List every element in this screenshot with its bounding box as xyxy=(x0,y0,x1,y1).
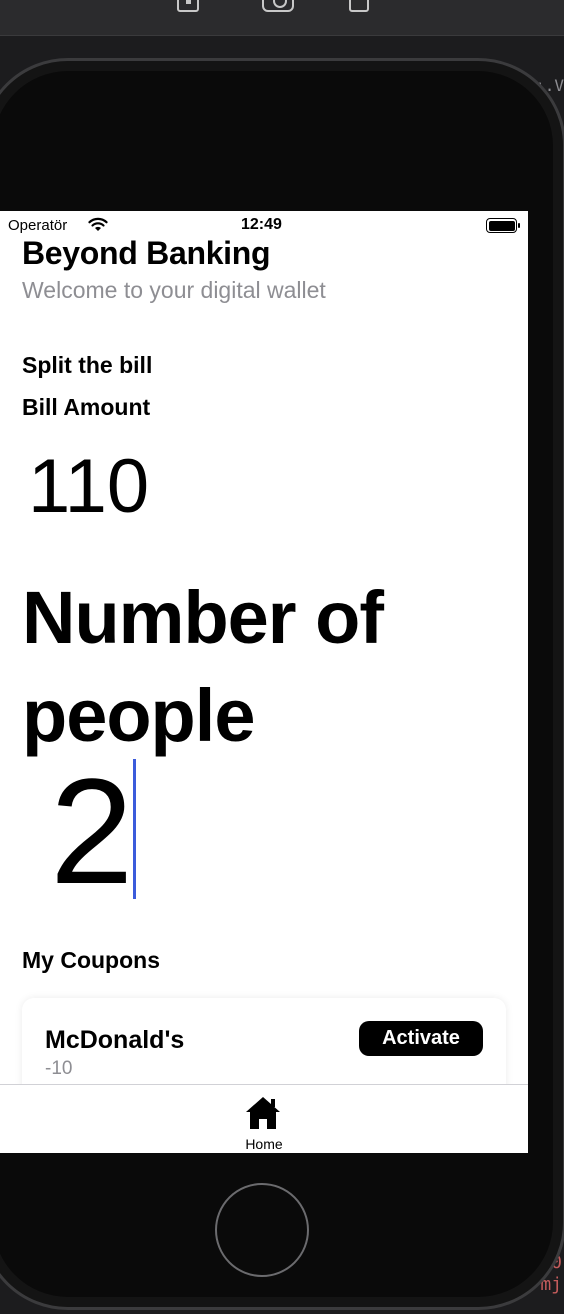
my-coupons-heading: My Coupons xyxy=(22,947,160,973)
coupon-value: -10 xyxy=(45,1058,73,1079)
house-icon xyxy=(244,1095,282,1136)
battery-icon xyxy=(486,218,520,233)
tab-bar: Home xyxy=(0,1084,528,1153)
app-subtitle: Welcome to your digital wallet xyxy=(22,277,326,303)
number-of-people-input[interactable]: 2 xyxy=(50,756,133,906)
wifi-icon xyxy=(88,217,108,237)
app-screen: Operatör 12:49 Beyond Banking Welcome to… xyxy=(0,211,528,1153)
simulator-toolbar xyxy=(0,0,564,36)
rotate-icon[interactable] xyxy=(349,0,369,12)
carrier-label: Operatör xyxy=(8,217,68,234)
bill-amount-label: Bill Amount xyxy=(22,394,151,420)
activate-button[interactable]: Activate xyxy=(359,1021,483,1056)
device-home-button[interactable] xyxy=(215,1183,309,1277)
home-toolbar-icon[interactable] xyxy=(177,0,199,12)
split-bill-heading: Split the bill xyxy=(22,352,153,378)
screenshot-icon[interactable] xyxy=(262,0,294,12)
clock: 12:49 xyxy=(241,216,282,233)
bill-amount-input[interactable]: 110 xyxy=(28,449,149,525)
coupon-name: McDonald's xyxy=(45,1026,185,1054)
tab-home[interactable]: Home xyxy=(232,1091,296,1152)
tab-home-label: Home xyxy=(245,1136,283,1152)
text-cursor xyxy=(133,759,136,899)
number-of-people-label: Number of people xyxy=(22,576,384,757)
app-title: Beyond Banking xyxy=(22,235,271,271)
